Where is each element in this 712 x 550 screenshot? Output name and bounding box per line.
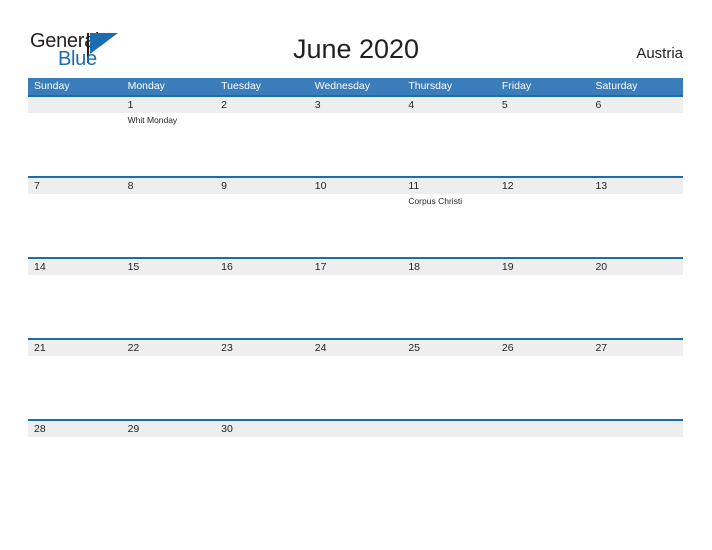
week-cells: 28 29 30 — [28, 421, 683, 500]
day-number: 23 — [221, 342, 233, 354]
day-number: 2 — [221, 99, 227, 111]
day-cell[interactable]: 15 — [122, 259, 216, 338]
page-title: June 2020 — [292, 34, 420, 64]
calendar-week-row: 28 29 30 — [28, 419, 683, 500]
day-number: 19 — [501, 261, 514, 273]
day-cell[interactable] — [28, 97, 122, 176]
day-cell[interactable]: 12 — [496, 178, 590, 257]
day-number: 13 — [595, 180, 608, 192]
day-number: 24 — [314, 342, 327, 354]
weekday-header-wednesday: Wednesday — [314, 80, 370, 92]
day-number: 20 — [595, 261, 608, 273]
day-cell[interactable]: 6 — [589, 97, 683, 176]
weekday-header-row: Sunday Monday Tuesday Wednesday Thursday… — [28, 78, 683, 95]
calendar-week-row: 7 8 9 10 11 Corpus Christi 12 13 — [28, 176, 683, 257]
day-number: 26 — [501, 342, 514, 354]
day-event-label: Corpus Christi — [408, 196, 463, 206]
day-cell[interactable]: 5 — [496, 97, 590, 176]
day-number: 30 — [221, 423, 233, 435]
day-cell[interactable] — [309, 421, 403, 500]
day-number: 4 — [408, 99, 415, 111]
day-cell[interactable]: 9 — [215, 178, 309, 257]
day-number: 18 — [408, 261, 420, 273]
day-number: 15 — [127, 261, 140, 273]
day-cell[interactable]: 22 — [122, 340, 216, 419]
weekday-header-friday: Friday — [501, 80, 532, 92]
day-number: 16 — [221, 261, 233, 273]
week-cells: 21 22 23 24 25 26 27 — [28, 340, 683, 419]
day-number: 11 — [408, 180, 420, 192]
day-number: 7 — [34, 180, 40, 192]
day-number: 14 — [34, 261, 46, 273]
weekday-header-tuesday: Tuesday — [221, 80, 262, 92]
day-number: 10 — [314, 180, 327, 192]
day-cell[interactable]: 8 — [122, 178, 216, 257]
day-number: 9 — [221, 180, 227, 192]
day-cell[interactable]: 3 — [309, 97, 403, 176]
week-cells: 7 8 9 10 11 Corpus Christi 12 13 — [28, 178, 683, 257]
day-number: 12 — [501, 180, 514, 192]
day-cell[interactable]: 28 — [28, 421, 122, 500]
day-number: 3 — [314, 99, 321, 111]
day-cell[interactable]: 14 — [28, 259, 122, 338]
day-number: 21 — [34, 342, 46, 354]
weekday-header-monday: Monday — [127, 80, 165, 92]
day-number: 27 — [595, 342, 608, 354]
day-number: 28 — [34, 423, 46, 435]
weekday-header-saturday: Saturday — [595, 80, 638, 92]
day-cell[interactable]: 4 — [402, 97, 496, 176]
calendar-week-row: 1 Whit Monday 2 3 4 5 6 — [28, 95, 683, 176]
day-number: 5 — [501, 99, 508, 111]
week-cells: 14 15 16 17 18 19 20 — [28, 259, 683, 338]
day-cell[interactable]: 24 — [309, 340, 403, 419]
day-cell[interactable] — [402, 421, 496, 500]
day-cell[interactable]: 7 — [28, 178, 122, 257]
day-cell[interactable]: 23 — [215, 340, 309, 419]
week-cells: 1 Whit Monday 2 3 4 5 6 — [28, 97, 683, 176]
country-label: Austria — [636, 45, 683, 62]
day-cell[interactable]: 17 — [309, 259, 403, 338]
page-header: General Blue June 2020 Austria — [0, 0, 712, 78]
day-cell[interactable]: 13 — [589, 178, 683, 257]
day-cell[interactable]: 18 — [402, 259, 496, 338]
day-cell[interactable]: 30 — [215, 421, 309, 500]
day-cell[interactable]: 25 — [402, 340, 496, 419]
calendar-page: General Blue June 2020 Austria Sunday Mo… — [0, 0, 712, 550]
day-number: 1 — [127, 99, 134, 111]
day-cell[interactable]: 21 — [28, 340, 122, 419]
day-event-label: Whit Monday — [127, 115, 178, 125]
day-number: 8 — [127, 180, 134, 192]
day-number: 6 — [595, 99, 602, 111]
day-number: 25 — [408, 342, 420, 354]
weekday-header-sunday: Sunday — [34, 80, 70, 92]
day-number: 29 — [127, 423, 140, 435]
day-cell[interactable]: 16 — [215, 259, 309, 338]
day-cell[interactable]: 19 — [496, 259, 590, 338]
day-cell[interactable]: 27 — [589, 340, 683, 419]
day-number: 17 — [314, 261, 327, 273]
calendar-week-row: 14 15 16 17 18 19 20 — [28, 257, 683, 338]
calendar-week-row: 21 22 23 24 25 26 27 — [28, 338, 683, 419]
day-cell[interactable]: 29 — [122, 421, 216, 500]
day-cell[interactable]: 11 Corpus Christi — [402, 178, 496, 257]
calendar-grid: Sunday Monday Tuesday Wednesday Thursday… — [28, 78, 683, 500]
day-cell[interactable]: 2 — [215, 97, 309, 176]
day-number: 22 — [127, 342, 140, 354]
weekday-header-thursday: Thursday — [408, 80, 453, 92]
day-cell[interactable] — [496, 421, 590, 500]
day-cell[interactable] — [589, 421, 683, 500]
day-cell[interactable]: 20 — [589, 259, 683, 338]
day-cell[interactable]: 1 Whit Monday — [122, 97, 216, 176]
day-cell[interactable]: 10 — [309, 178, 403, 257]
day-cell[interactable]: 26 — [496, 340, 590, 419]
